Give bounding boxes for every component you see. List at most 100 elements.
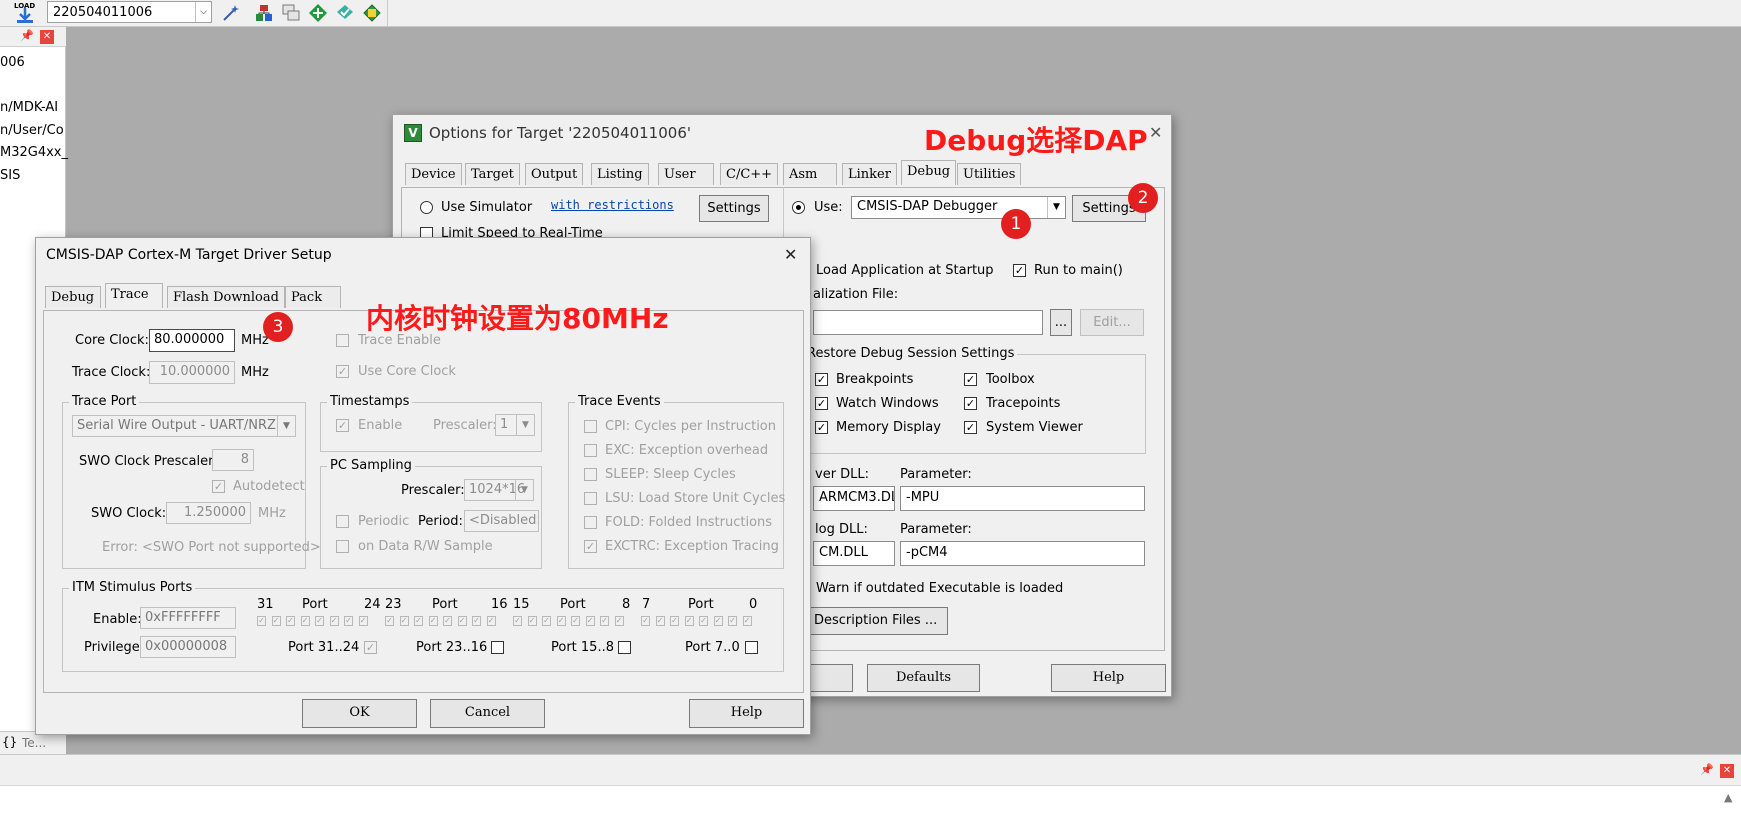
init-file-input[interactable] [813, 310, 1043, 335]
tab-debug[interactable]: Debug [45, 286, 101, 308]
swo-clock-input[interactable]: 1.250000 [166, 502, 251, 524]
itm-enable-input[interactable]: 0xFFFFFFFF [140, 607, 236, 629]
driver-param-field[interactable]: -MPU [900, 486, 1145, 511]
manage-project-icon[interactable] [254, 3, 274, 23]
itm-enable-bit-checkbox[interactable]: ✓ [684, 616, 694, 626]
itm-enable-bit-checkbox[interactable]: ✓ [271, 616, 281, 626]
tab-target[interactable]: Target [465, 163, 520, 185]
swo-prescaler-input[interactable]: 8 [212, 449, 254, 471]
browse-init-file-button[interactable]: ... [1050, 309, 1072, 336]
itm-enable-bit-checkbox[interactable]: ✓ [399, 616, 409, 626]
itm-enable-bit-checkbox[interactable]: ✓ [614, 616, 624, 626]
itm-enable-bit-checkbox[interactable]: ✓ [315, 616, 324, 626]
itm-enable-bit-checkbox[interactable]: ✓ [385, 616, 394, 626]
itm-enable-bit-checkbox[interactable]: ✓ [600, 616, 609, 626]
dialog-dll-field[interactable]: CM.DLL [813, 541, 895, 566]
tab-utilities[interactable]: Utilities [957, 163, 1022, 185]
driver-dll-field[interactable]: ARMCM3.DLL [813, 486, 895, 511]
tab-device[interactable]: Device [405, 163, 462, 185]
itm-enable-bit-checkbox[interactable]: ✓ [655, 616, 665, 626]
select-packs-icon[interactable] [335, 3, 355, 23]
itm-enable-bit-checkbox[interactable]: ✓ [286, 616, 295, 626]
use-debugger-radio[interactable] [792, 201, 805, 214]
scroll-up-icon[interactable]: ▲ [1724, 791, 1732, 804]
chevron-down-icon[interactable]: ▼ [516, 415, 534, 435]
autodetect-checkbox[interactable]: ✓ [212, 480, 225, 493]
itm-enable-bit-checkbox[interactable]: ✓ [527, 616, 537, 626]
itm-enable-bit-checkbox[interactable]: ✓ [457, 616, 467, 626]
itm-enable-bit-checkbox[interactable]: ✓ [358, 616, 368, 626]
itm-enable-bit-checkbox[interactable]: ✓ [641, 616, 650, 626]
chevron-down-icon[interactable]: ▼ [277, 416, 295, 436]
itm-enable-bit-checkbox[interactable]: ✓ [344, 616, 353, 626]
privilege-port-31-24-checkbox[interactable]: ✓ [364, 641, 377, 654]
privilege-port-7-0-checkbox[interactable] [745, 641, 758, 654]
rte-icon[interactable] [362, 3, 382, 23]
tree-item[interactable]: SIS [0, 168, 20, 183]
tree-item[interactable]: M32G4xx_ [0, 145, 68, 160]
defaults-button[interactable]: Defaults [867, 664, 980, 692]
itm-enable-bit-checkbox[interactable]: ✓ [329, 616, 339, 626]
periodic-checkbox[interactable] [336, 515, 349, 528]
tab-listing[interactable]: Listing [591, 163, 649, 185]
itm-enable-bit-checkbox[interactable]: ✓ [513, 616, 522, 626]
itm-enable-bit-checkbox[interactable]: ✓ [713, 616, 723, 626]
simulator-settings-button[interactable]: Settings [699, 195, 769, 222]
system-viewer-checkbox[interactable]: ✓ [964, 421, 977, 434]
itm-enable-bit-checkbox[interactable]: ✓ [699, 616, 708, 626]
ts-prescaler-select[interactable]: 1 ▼ [495, 414, 535, 436]
ok-button-partial[interactable] [808, 664, 853, 692]
itm-enable-bit-checkbox[interactable]: ✓ [414, 616, 423, 626]
itm-enable-bit-checkbox[interactable]: ✓ [542, 616, 551, 626]
chevron-down-icon[interactable]: ▼ [1047, 197, 1065, 218]
itm-privilege-input[interactable]: 0x00000008 [140, 636, 236, 658]
pack-installer-icon[interactable] [308, 3, 328, 23]
tracepoints-checkbox[interactable]: ✓ [964, 397, 977, 410]
itm-enable-bit-checkbox[interactable]: ✓ [728, 616, 737, 626]
help-button[interactable]: Help [1051, 664, 1166, 692]
target-select[interactable]: 220504011006 ⌵ [47, 1, 212, 23]
chevron-down-icon[interactable]: ⌵ [195, 2, 211, 22]
itm-enable-bit-checkbox[interactable]: ✓ [443, 616, 452, 626]
event-lsu-checkbox[interactable] [584, 492, 597, 505]
itm-enable-bit-checkbox[interactable]: ✓ [300, 616, 310, 626]
itm-enable-bit-checkbox[interactable]: ✓ [472, 616, 481, 626]
with-restrictions-link[interactable]: with restrictions [551, 198, 674, 212]
privilege-port-15-8-checkbox[interactable] [618, 641, 631, 654]
file-extensions-icon[interactable] [281, 3, 301, 23]
itm-enable-bit-checkbox[interactable]: ✓ [556, 616, 566, 626]
core-clock-input[interactable]: 80.000000 [149, 329, 235, 352]
itm-enable-bit-checkbox[interactable]: ✓ [571, 616, 580, 626]
tab-debug[interactable]: Debug [901, 160, 957, 185]
tab-user[interactable]: User [658, 163, 714, 185]
memory-display-checkbox[interactable]: ✓ [815, 421, 828, 434]
close-icon[interactable]: ✕ [40, 30, 54, 44]
help-button[interactable]: Help [689, 699, 804, 728]
load-icon[interactable]: LOAD [12, 2, 38, 24]
cancel-button[interactable]: Cancel [430, 699, 545, 728]
itm-enable-bit-checkbox[interactable]: ✓ [670, 616, 679, 626]
use-simulator-radio[interactable] [420, 201, 433, 214]
trace-port-select[interactable]: Serial Wire Output - UART/NRZ ▼ [72, 415, 296, 437]
close-icon[interactable]: ✕ [784, 245, 797, 264]
itm-enable-bit-checkbox[interactable]: ✓ [257, 616, 266, 626]
on-data-rw-checkbox[interactable] [336, 540, 349, 553]
breakpoints-checkbox[interactable]: ✓ [815, 373, 828, 386]
privilege-port-23-16-checkbox[interactable] [491, 641, 504, 654]
tab-templates[interactable]: Te... [22, 736, 46, 750]
event-exc-checkbox[interactable] [584, 444, 597, 457]
tab-output[interactable]: Output [525, 163, 584, 185]
ts-enable-checkbox[interactable]: ✓ [336, 419, 349, 432]
itm-enable-bit-checkbox[interactable]: ✓ [486, 616, 496, 626]
tree-item[interactable]: 006 [0, 55, 25, 70]
watch-windows-checkbox[interactable]: ✓ [815, 397, 828, 410]
debugger-select[interactable]: CMSIS-DAP Debugger ▼ [851, 196, 1066, 219]
toolbox-checkbox[interactable]: ✓ [964, 373, 977, 386]
use-core-clock-checkbox[interactable]: ✓ [336, 365, 349, 378]
tree-item[interactable]: n/User/Co [0, 123, 64, 138]
itm-enable-bit-checkbox[interactable]: ✓ [428, 616, 438, 626]
edit-init-file-button[interactable]: Edit... [1080, 309, 1144, 336]
pc-prescaler-select[interactable]: 1024*16 ▼ [464, 479, 534, 501]
magic-wand-icon[interactable] [221, 3, 241, 23]
period-input[interactable]: <Disabled> [464, 510, 539, 532]
